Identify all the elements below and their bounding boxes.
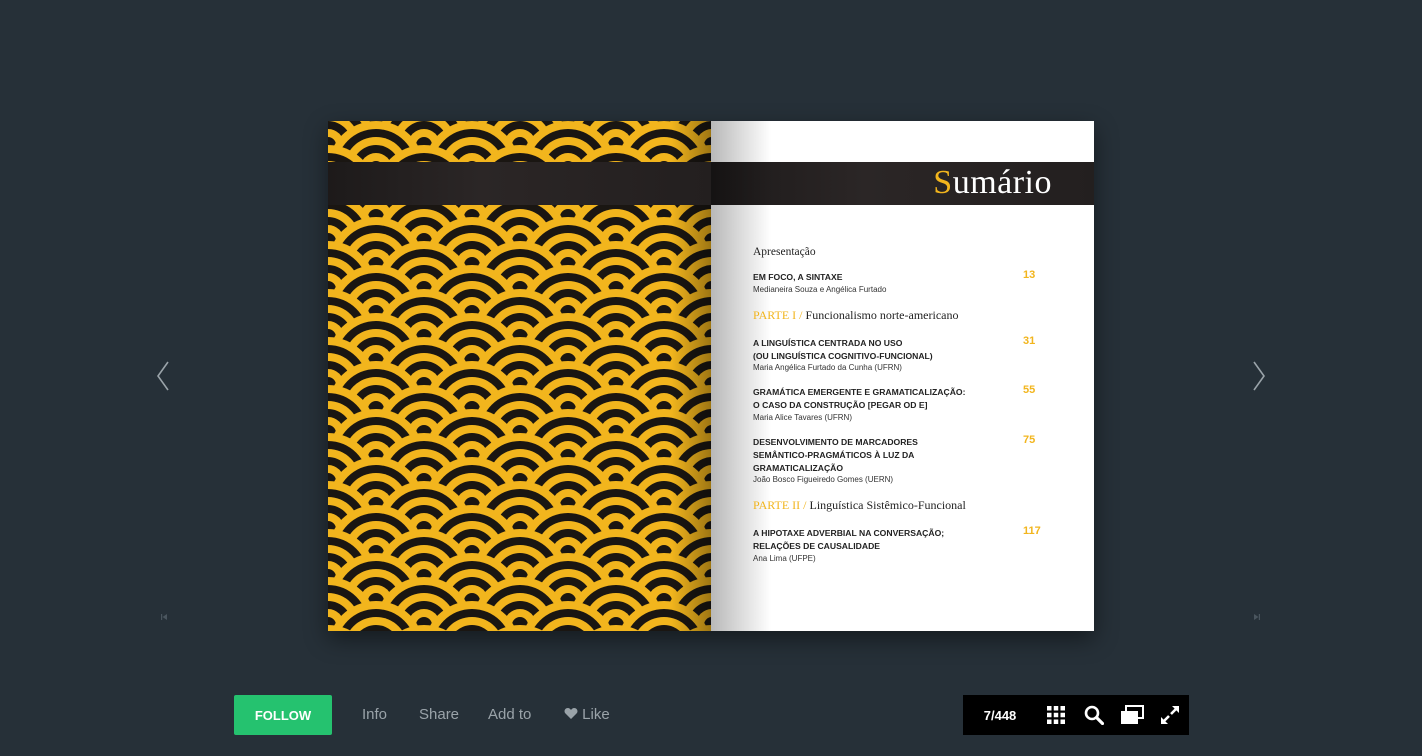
like-label: Like <box>582 706 610 723</box>
toc-entry-title: A HIPOTAXE ADVERBIAL NA CONVERSAÇÃO; REL… <box>753 528 945 552</box>
toc-entry: A HIPOTAXE ADVERBIAL NA CONVERSAÇÃO; REL… <box>753 525 1053 565</box>
page-counter: 7/448 <box>963 708 1037 723</box>
toc-entry: EM FOCO, A SINTAXE Medianeira Souza e An… <box>753 269 1053 296</box>
chevron-left-icon <box>157 361 169 391</box>
info-link[interactable]: Info <box>362 706 387 723</box>
next-page-button[interactable] <box>1248 360 1268 392</box>
page-total: /448 <box>990 707 1017 723</box>
part-label: PARTE II / <box>753 498 807 513</box>
toc-entry-author: Medianeira Souza e Angélica Furtado <box>753 284 887 294</box>
page-current: 7 <box>983 707 991 723</box>
fullscreen-button[interactable] <box>1151 695 1189 735</box>
grid-view-button[interactable] <box>1037 695 1075 735</box>
toc-entry-title: GRAMÁTICA EMERGENTE E GRAMATICALIZAÇÃO: … <box>753 387 966 411</box>
pages-icon <box>1121 705 1145 724</box>
toc-entry-author: Maria Angélica Furtado da Cunha (UFRN) <box>753 363 902 373</box>
previous-page-button[interactable] <box>154 360 174 392</box>
chevron-right-icon <box>1253 361 1265 391</box>
fullscreen-icon <box>1161 706 1179 724</box>
toc-entry-page: 117 <box>1023 525 1041 538</box>
part-title: Funcionalismo norte-americano <box>805 307 959 322</box>
viewer-toolbar: 7/448 <box>963 695 1189 735</box>
toc-entry: GRAMÁTICA EMERGENTE E GRAMATICALIZAÇÃO: … <box>753 384 1053 424</box>
title-band-left <box>328 162 711 205</box>
last-page-button[interactable] <box>1252 612 1262 622</box>
toc-entry-page: 55 <box>1023 384 1036 397</box>
toc-entry-page: 13 <box>1023 269 1036 281</box>
share-link[interactable]: Share <box>419 706 459 723</box>
toc-presentation: Apresentação <box>753 246 816 258</box>
skip-last-icon <box>1254 614 1260 620</box>
toc-entry-title: DESENVOLVIMENTO DE MARCADORES SEMÂNTICO-… <box>753 436 918 473</box>
toc-entry-title: A LINGUÍSTICA CENTRADA NO USO (OU LINGUÍ… <box>753 337 933 361</box>
pages-view-button[interactable] <box>1113 695 1151 735</box>
part-label: PARTE I / <box>753 307 803 322</box>
heart-icon <box>564 708 578 719</box>
toc-entry-page: 31 <box>1023 334 1036 347</box>
toc-part-heading: PARTE I / Funcionalismo norte-americano <box>753 308 1053 323</box>
table-of-contents: Apresentação EM FOCO, A SINTAXE Medianei… <box>753 246 1053 577</box>
search-button[interactable] <box>1075 695 1113 735</box>
toc-entry: DESENVOLVIMENTO DE MARCADORES SEMÂNTICO-… <box>753 433 1053 486</box>
title-initial: S <box>933 164 953 201</box>
first-page-button[interactable] <box>159 612 169 622</box>
search-icon <box>1084 705 1105 725</box>
follow-button[interactable]: FOLLOW <box>234 695 332 735</box>
add-to-link[interactable]: Add to <box>488 706 531 723</box>
skip-first-icon <box>161 614 167 620</box>
toc-entry-author: Ana Lima (UFPE) <box>753 553 816 563</box>
toc-entry-title: EM FOCO, A SINTAXE <box>753 272 843 282</box>
book-spread[interactable]: Sumário Apresentação EM FOCO, A SINTAXE … <box>328 121 1094 631</box>
toc-part-heading: PARTE II / Linguística Sistêmico-Funcion… <box>753 498 1053 513</box>
toc-entry-author: João Bosco Figueiredo Gomes (UERN) <box>753 475 894 485</box>
left-page[interactable] <box>328 121 711 631</box>
toc-entry-page: 75 <box>1023 433 1036 446</box>
toc-entry: A LINGUÍSTICA CENTRADA NO USO (OU LINGUÍ… <box>753 334 1053 375</box>
grid-icon <box>1047 706 1066 724</box>
right-page[interactable]: Sumário Apresentação EM FOCO, A SINTAXE … <box>711 121 1094 631</box>
toc-entry-author: Maria Alice Tavares (UFRN) <box>753 412 852 422</box>
like-button[interactable]: Like <box>564 706 610 723</box>
part-title: Linguística Sistêmico-Funcional <box>809 498 966 513</box>
title-rest: umário <box>952 164 1052 201</box>
page-title: Sumário <box>933 164 1052 202</box>
